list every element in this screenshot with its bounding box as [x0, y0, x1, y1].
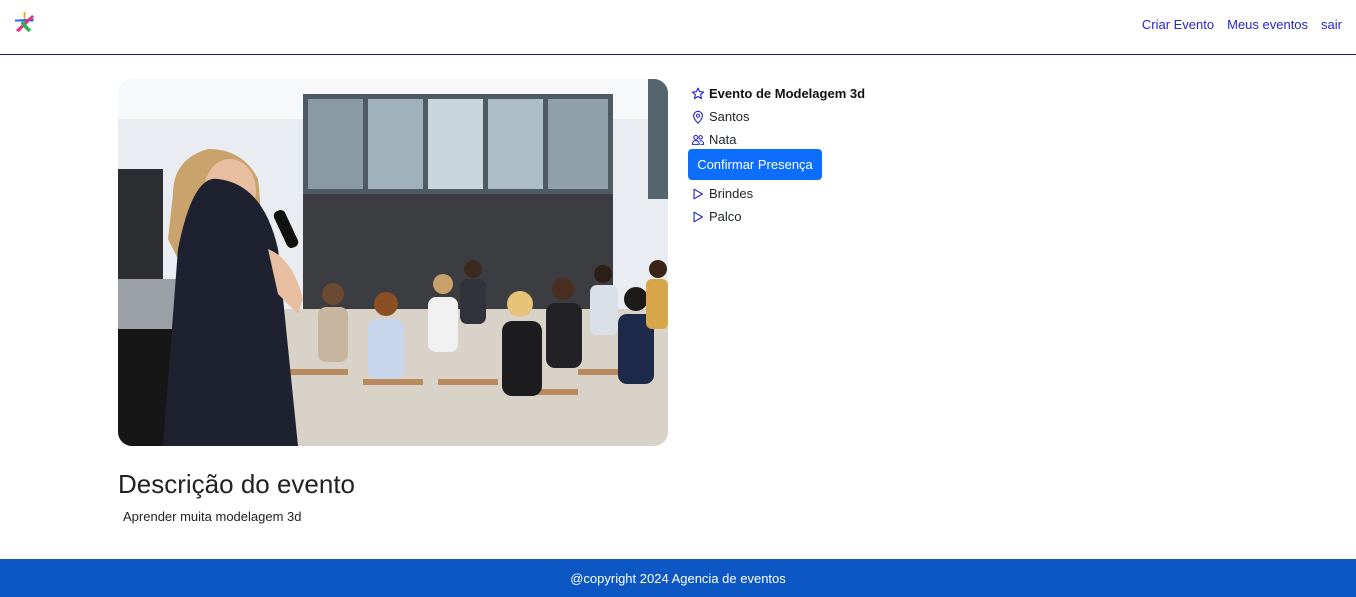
play-triangle-icon — [693, 188, 703, 199]
nav-meus-eventos-link[interactable]: Meus eventos — [1227, 17, 1308, 32]
play-triangle-icon — [693, 211, 703, 222]
event-info: Evento de Modelagem 3d Santos Nata — [691, 82, 865, 151]
app-logo-icon[interactable] — [13, 11, 36, 34]
event-item-label: Brindes — [709, 186, 754, 201]
footer: @copyright 2024 Agencia de eventos — [0, 559, 1356, 597]
confirm-presence-button[interactable]: Confirmar Presença — [688, 149, 822, 180]
event-item-label: Palco — [709, 209, 742, 224]
footer-copyright: @copyright 2024 Agencia de eventos — [570, 570, 786, 586]
location-pin-icon — [693, 110, 703, 124]
description-heading: Descrição do evento — [118, 469, 356, 499]
description-text: Aprender muita modelagem 3d — [123, 509, 302, 524]
event-item: Brindes — [691, 182, 753, 205]
event-photo — [118, 79, 668, 446]
event-items-list: Brindes Palco — [691, 182, 753, 228]
nav-criar-evento-link[interactable]: Criar Evento — [1142, 17, 1214, 32]
event-location-row: Santos — [691, 105, 865, 128]
nav-links: Criar Evento Meus eventos sair — [1142, 17, 1342, 32]
event-organizer-row: Nata — [691, 128, 865, 151]
event-title-row: Evento de Modelagem 3d — [691, 82, 865, 105]
event-organizer: Nata — [709, 132, 737, 147]
star-icon — [691, 87, 705, 99]
event-location: Santos — [709, 109, 750, 124]
people-icon — [691, 134, 705, 145]
event-item: Palco — [691, 205, 753, 228]
nav-sair-link[interactable]: sair — [1321, 17, 1342, 32]
top-navbar: Criar Evento Meus eventos sair — [0, 0, 1356, 55]
event-title: Evento de Modelagem 3d — [709, 86, 866, 101]
